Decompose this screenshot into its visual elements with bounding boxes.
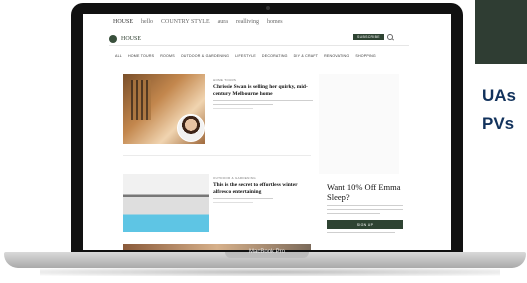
side-text-line: UAs	[482, 86, 517, 105]
side-text-line: PVs	[482, 114, 515, 133]
article-category: HOME TOURS	[213, 78, 237, 82]
nav-item-all[interactable]: ALL	[115, 54, 122, 58]
promo-text-line	[327, 209, 403, 210]
side-stats-text: UAs PVs	[482, 82, 516, 138]
decorative-green-panel	[475, 0, 527, 64]
nav-item-shopping[interactable]: SHOPPING	[355, 54, 376, 58]
brand-network-bar: HOUSE hello COUNTRY STYLE aura reallivin…	[113, 19, 283, 25]
subscribe-button[interactable]: SUBSCRIBE	[353, 34, 384, 40]
promo-text-line	[327, 205, 403, 206]
brand-link[interactable]: aura	[218, 19, 228, 25]
article-card[interactable]: HOME TOURS Chrissie Swan is selling her …	[213, 78, 313, 109]
article-divider	[123, 155, 311, 156]
site-logo[interactable]: HOUSE	[109, 35, 141, 43]
header-divider	[109, 45, 409, 46]
promo-title: Want 10% Off Emma Sleep?	[327, 182, 401, 202]
website-screen: HOUSE hello COUNTRY STYLE aura reallivin…	[83, 14, 451, 250]
signup-button[interactable]: SIGN UP	[327, 220, 403, 229]
article-category: OUTDOOR & GARDENING	[213, 176, 256, 180]
laptop-shadow	[40, 268, 500, 276]
brand-link[interactable]: homes	[267, 19, 283, 25]
excerpt-line	[213, 198, 273, 199]
nav-item-rooms[interactable]: ROOMS	[160, 54, 175, 58]
article-card[interactable]: OUTDOOR & GARDENING This is the secret t…	[213, 176, 313, 203]
laptop-model-label: MacBook Pro	[248, 249, 285, 255]
article-headline[interactable]: Chrissie Swan is selling her quirky, mid…	[213, 84, 313, 97]
byline-line	[213, 108, 253, 109]
logo-text: HOUSE	[121, 36, 142, 42]
nav-item-diy[interactable]: DIY & CRAFT	[294, 54, 319, 58]
nav-item-outdoor[interactable]: OUTDOOR & GARDENING	[181, 54, 229, 58]
nav-item-home-tours[interactable]: HOME TOURS	[128, 54, 154, 58]
camera-icon	[266, 6, 270, 10]
excerpt-line	[213, 104, 273, 105]
logo-mark-icon	[109, 35, 117, 43]
byline-line	[213, 202, 253, 203]
newsletter-promo: Want 10% Off Emma Sleep? SIGN UP	[327, 182, 403, 233]
brand-link[interactable]: COUNTRY STYLE	[161, 19, 210, 25]
nav-item-lifestyle[interactable]: LIFESTYLE	[235, 54, 256, 58]
excerpt-line	[213, 100, 313, 101]
article-image-pool[interactable]	[123, 174, 209, 232]
nav-item-decorating[interactable]: DECORATING	[262, 54, 288, 58]
fine-print-line	[327, 232, 396, 233]
nav-item-renovating[interactable]: RENOVATING	[324, 54, 349, 58]
promo-text-line	[327, 213, 381, 214]
main-nav: ALL HOME TOURS ROOMS OUTDOOR & GARDENING…	[115, 54, 376, 58]
search-icon[interactable]	[387, 34, 393, 40]
ad-placeholder	[319, 74, 399, 174]
brand-link[interactable]: hello	[141, 19, 153, 25]
author-avatar	[177, 114, 205, 142]
brand-link[interactable]: HOUSE	[113, 19, 133, 25]
brand-link[interactable]: realliving	[236, 19, 259, 25]
article-headline[interactable]: This is the secret to effortless winter …	[213, 182, 313, 195]
